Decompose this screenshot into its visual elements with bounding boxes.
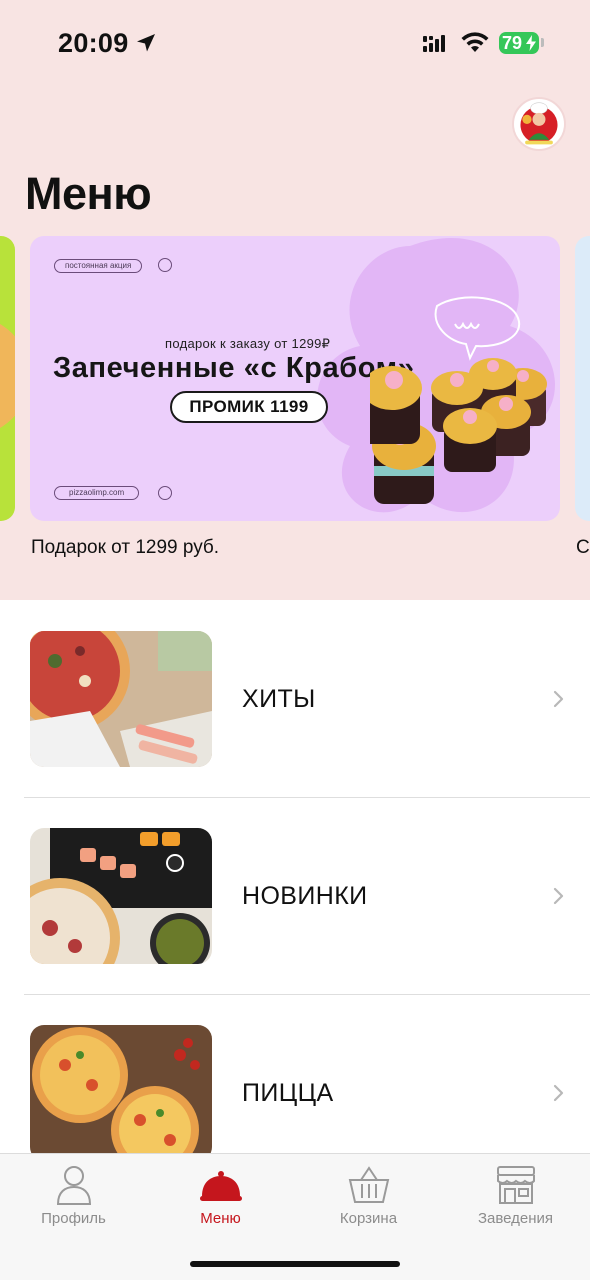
- wifi-small-icon: [158, 486, 172, 500]
- location-arrow-icon: [137, 34, 155, 52]
- category-label: ПИЦЦА: [242, 1079, 334, 1107]
- category-new-image: [30, 828, 212, 964]
- wifi-icon: [461, 32, 489, 52]
- baked-sushi-image: [370, 358, 547, 504]
- category-hits[interactable]: ХИТЫ: [0, 600, 590, 797]
- gift-line: подарок к заказу от 1299₽: [165, 336, 331, 351]
- page-title: Меню: [25, 168, 152, 219]
- banner-caption: Подарок от 1299 руб.: [31, 537, 220, 558]
- banner-card-next[interactable]: [575, 236, 590, 521]
- category-label: НОВИНКИ: [242, 882, 368, 910]
- basket-icon: [348, 1166, 389, 1203]
- banner-caption-next: Ст: [576, 537, 590, 558]
- promo-tag: постоянная акция: [54, 259, 143, 273]
- battery-indicator: 79: [499, 32, 539, 54]
- category-new[interactable]: НОВИНКИ: [0, 797, 590, 994]
- promo-code-badge: ПРОМИК 1199: [170, 391, 328, 423]
- status-time: 20:09: [58, 28, 129, 58]
- site-link: pizzaolimp.com: [54, 486, 140, 500]
- menu-screen: 20:09 79 Меню постоянная акция подарок к…: [0, 0, 590, 1280]
- tab-label: Меню: [200, 1210, 241, 1227]
- battery-cap: [541, 38, 544, 47]
- tab-venues[interactable]: Заведения: [442, 1154, 589, 1244]
- tab-cart[interactable]: Корзина: [295, 1154, 442, 1244]
- cellular-signal-icon: [423, 35, 445, 52]
- tab-menu[interactable]: Меню: [147, 1154, 294, 1244]
- category-label: ХИТЫ: [242, 685, 316, 713]
- chevron-right-icon: [553, 690, 564, 708]
- charging-bolt-icon: [526, 35, 536, 51]
- chevron-right-icon: [553, 887, 564, 905]
- tab-label: Профиль: [41, 1210, 106, 1227]
- person-icon: [56, 1166, 91, 1205]
- pizzaolimp-logo-button[interactable]: [512, 97, 566, 151]
- chevron-right-icon: [553, 1084, 564, 1102]
- category-hits-image: [30, 631, 212, 767]
- category-pizza-image: [30, 1025, 212, 1153]
- home-indicator[interactable]: [190, 1261, 400, 1267]
- promo-banner[interactable]: постоянная акция подарок к заказу от 129…: [30, 236, 560, 521]
- cloche-icon: [199, 1171, 242, 1201]
- category-pizza[interactable]: ПИЦЦА: [0, 994, 590, 1153]
- banner-card-previous[interactable]: [0, 236, 15, 521]
- tab-profile[interactable]: Профиль: [0, 1154, 147, 1244]
- tab-label: Корзина: [339, 1210, 398, 1227]
- storefront-icon: [496, 1166, 535, 1204]
- status-bar: 20:09 79: [0, 0, 590, 90]
- pizza-image-partial: [0, 324, 15, 428]
- banner-headline: Запеченные «с Крабом»: [53, 352, 415, 384]
- tab-label: Заведения: [477, 1210, 554, 1227]
- clock-icon: [158, 258, 172, 272]
- chef-logo-icon: [514, 99, 564, 149]
